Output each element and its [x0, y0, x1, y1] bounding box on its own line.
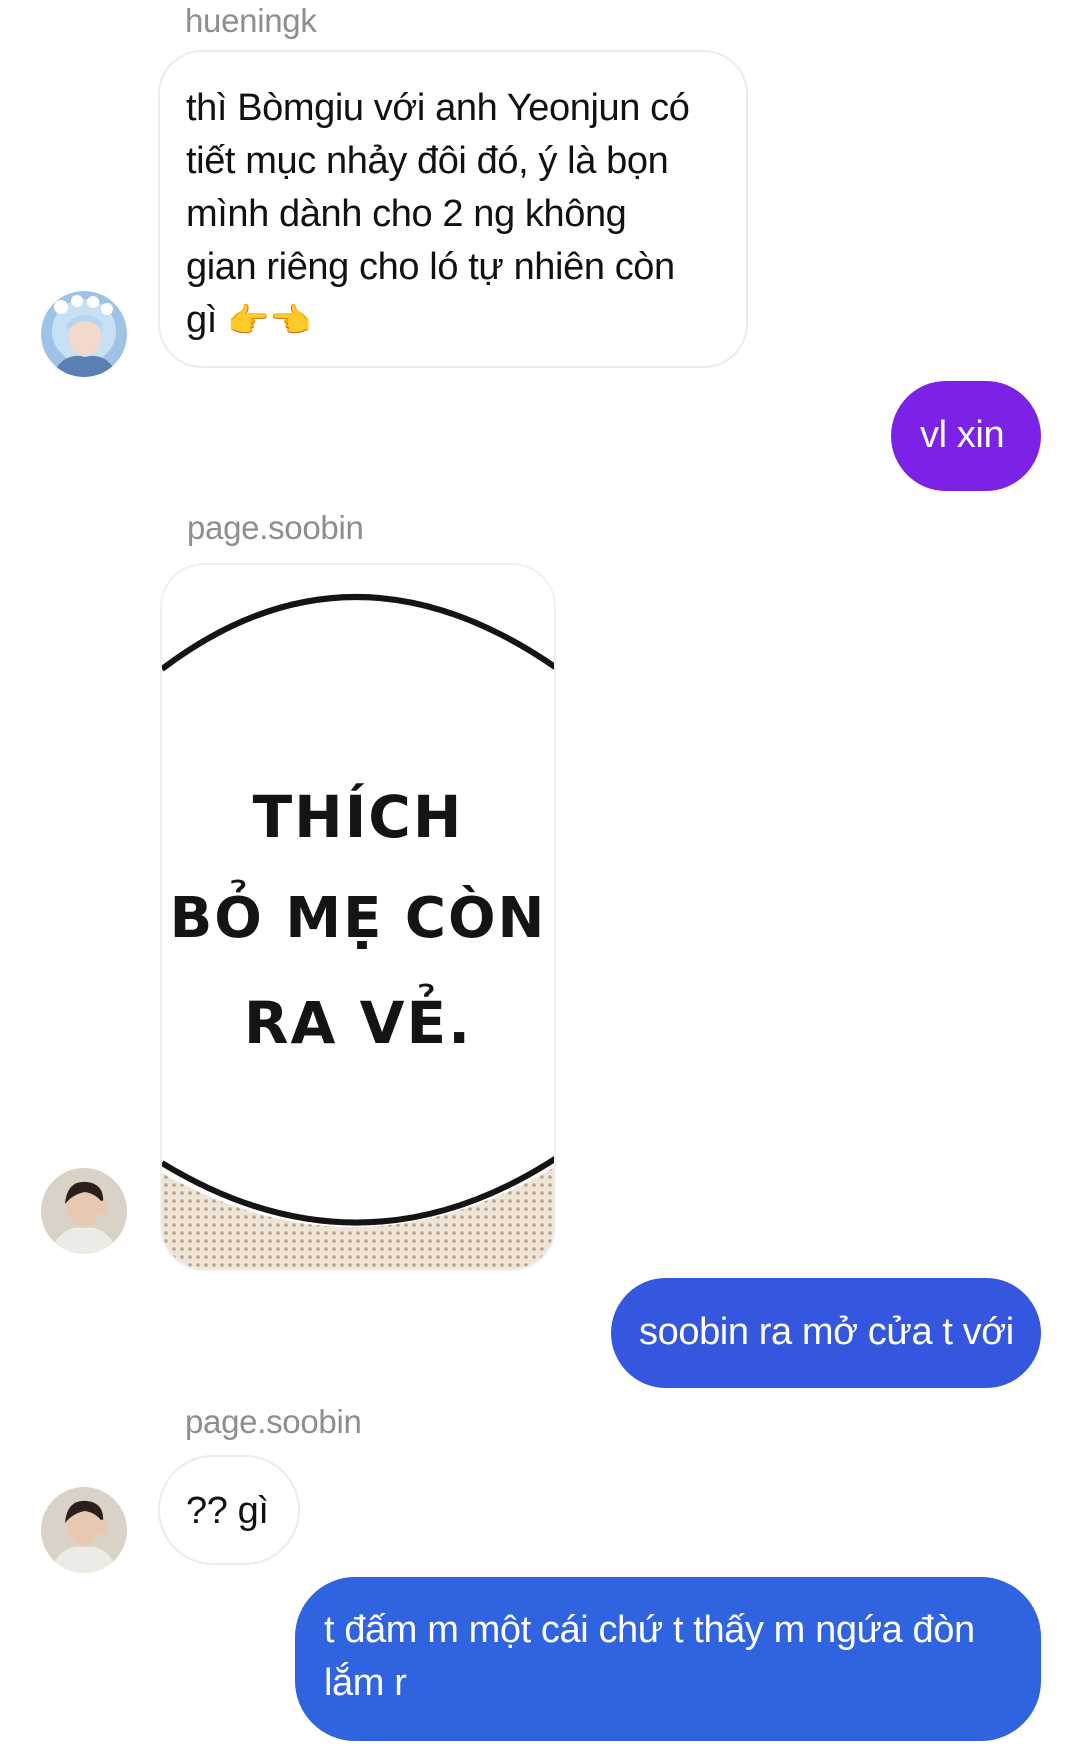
sticker-image[interactable]: THÍCH BỎ MẸ CÒN RA VẺ. [160, 563, 556, 1271]
sticker-caption: RA VẺ. [243, 989, 473, 1057]
incoming-message-bubble[interactable]: ?? gì [158, 1455, 300, 1565]
avatar-hueningk[interactable] [41, 291, 127, 377]
sticker-caption: THÍCH [252, 783, 464, 851]
message-line: gian riêng cho ló tự nhiên còn [186, 246, 675, 288]
sticker-caption: BỎ MẸ CÒN [169, 886, 547, 951]
outgoing-message-bubble[interactable]: soobin ra mở cửa t với [611, 1278, 1041, 1388]
message-line: tiết mục nhảy đôi đó, ý là bọn [186, 140, 669, 182]
message-line: thì Bòmgiu với anh Yeonjun có [186, 87, 690, 129]
incoming-message-bubble[interactable]: thì Bòmgiu với anh Yeonjun có tiết mục n… [158, 50, 748, 368]
message-line: gì 👉👈 [186, 299, 311, 341]
message-text: vl xin [920, 414, 1005, 456]
avatar-soobin[interactable] [41, 1168, 127, 1254]
message-line: lắm r [324, 1662, 407, 1704]
outgoing-message-bubble[interactable]: vl xin [891, 381, 1041, 491]
message-text: ?? gì [186, 1490, 269, 1532]
message-line: t đấm m một cái chứ t thấy m ngứa đòn [324, 1609, 975, 1651]
sender-name: hueningk [185, 2, 317, 39]
avatar-soobin[interactable] [41, 1487, 127, 1573]
pointing-fingers-emoji: 👉👈 [227, 301, 311, 341]
sender-name: page.soobin [185, 1403, 362, 1440]
sender-name: page.soobin [187, 509, 364, 546]
message-text: soobin ra mở cửa t với [639, 1311, 1014, 1353]
outgoing-message-bubble[interactable]: t đấm m một cái chứ t thấy m ngứa đòn lắ… [295, 1577, 1041, 1741]
message-line: mình dành cho 2 ng không [186, 193, 627, 235]
